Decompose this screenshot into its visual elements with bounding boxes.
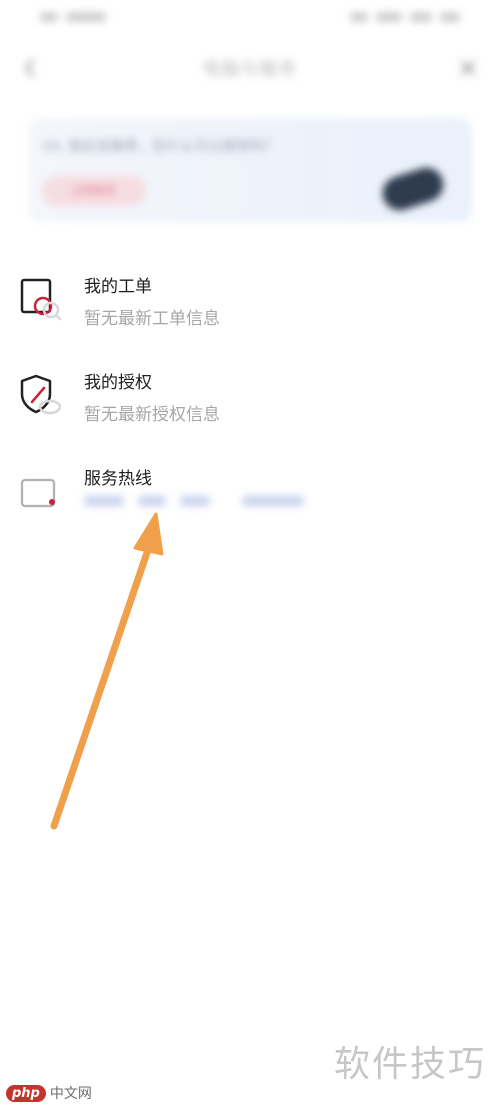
authorization-subtitle: 暂无最新授权信息 [84,405,220,425]
status-right [350,12,460,22]
work-order-icon [20,278,62,321]
service-list: 我的工单 暂无最新工单信息 我的授权 暂无最新授权信息 服务热线 [0,258,500,546]
list-item-work-order[interactable]: 我的工单 暂无最新工单信息 [0,258,500,354]
watermark-site-text: 中文网 [49,1086,92,1102]
promo-banner[interactable]: VIL 我应该推荐，您什么可以感觉吗？ 立即联系 [28,118,472,222]
php-watermark-logo: php 中文网 [6,1083,92,1103]
page-title: 电脑与服务 [202,59,298,80]
status-left [40,12,106,22]
list-item-authorization[interactable]: 我的授权 暂无最新授权信息 [0,354,500,450]
close-icon[interactable] [458,58,478,78]
earbuds-image [378,163,448,215]
header: 电脑与服务 [0,50,500,86]
php-badge: php [6,1084,46,1102]
authorization-title: 我的授权 [84,373,152,393]
service-hotline-title: 服务热线 [84,469,152,489]
watermark-text: 软件技巧 [333,1044,486,1085]
banner-text: VIL 我应该推荐，您什么可以感觉吗？ [42,139,278,155]
work-order-subtitle: 暂无最新工单信息 [84,309,220,329]
status-bar [0,0,500,34]
authorization-shield-icon [20,374,62,415]
back-chevron-icon[interactable] [20,56,40,80]
hotline-number-blurred[interactable] [84,496,304,506]
banner-contact-button[interactable]: 立即联系 [42,176,146,206]
annotation-arrow-icon [50,512,164,830]
work-order-title: 我的工单 [84,277,152,297]
